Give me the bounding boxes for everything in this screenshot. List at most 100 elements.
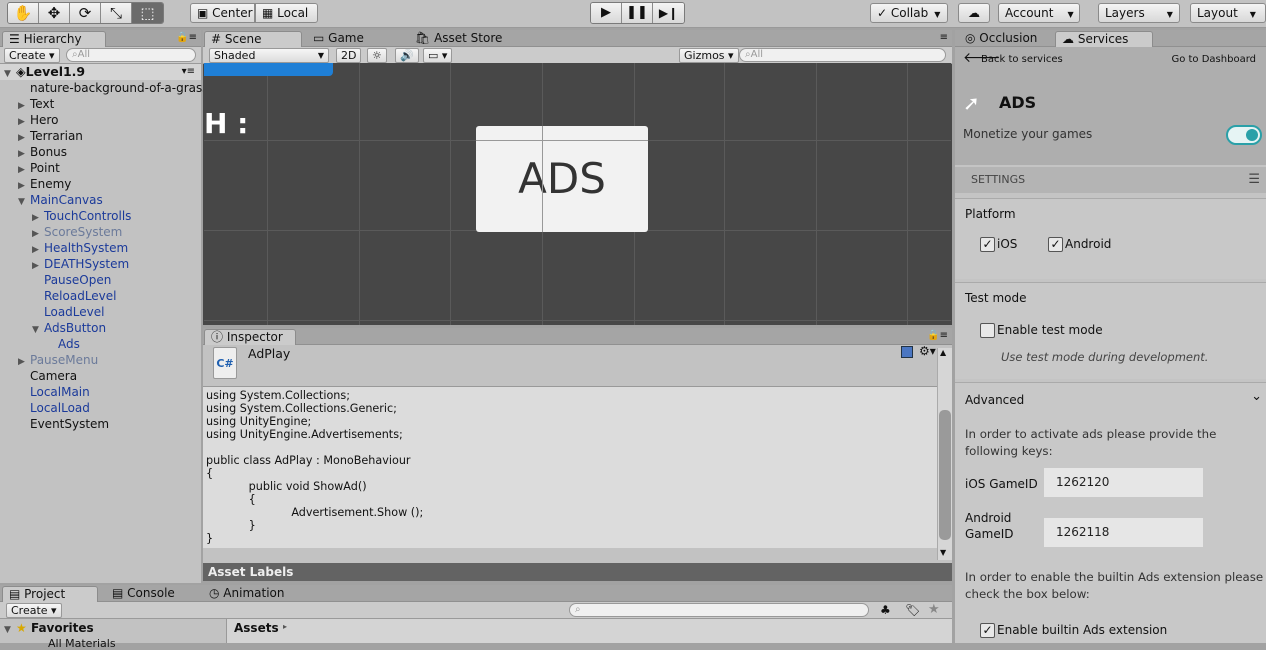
hierarchy-item[interactable]: ▶ TouchControlls [0,208,131,224]
hierarchy-item[interactable]: ▶ Bonus [0,144,67,160]
inspector-scrollbar[interactable]: ▲ ▼ [937,348,952,560]
project-search-input[interactable]: ⌕ [569,603,869,617]
scene-root[interactable]: ▼ ◈Level1.9 ▾≡ [0,64,201,80]
tab-services[interactable]: ☁ Services [1055,31,1153,47]
tab-occlusion[interactable]: ◎ Occlusion [959,31,1045,47]
go-to-dashboard-link[interactable]: Go to Dashboard [1171,54,1256,65]
mode-2d-toggle[interactable]: 2D [336,48,362,63]
asset-labels-bar[interactable]: Asset Labels [203,563,952,581]
scroll-down-icon[interactable]: ▼ [940,548,946,557]
filter-label-icon[interactable]: 🏷 [905,603,920,617]
transform-tools: ✋ ✥ ⟳ ⤡ ⬚ [7,2,164,24]
builtin-ads-checkbox[interactable]: ✓ Enable builtin Ads extension [980,623,1167,638]
ios-gameid-input[interactable]: 1262120 [1044,468,1203,497]
tab-scene[interactable]: # Scene [204,31,302,47]
lighting-icon[interactable]: ☼ [367,48,387,63]
scale-tool-icon[interactable]: ⤡ [101,3,132,23]
tab-hierarchy[interactable]: ☰ Hierarchy [2,31,106,47]
ios-check-icon[interactable]: ✓ [980,237,995,252]
hierarchy-item[interactable]: ▶ ScoreSystem [0,224,122,240]
hierarchy-item[interactable]: Camera [0,368,77,384]
rect-tool-icon[interactable]: ⬚ [132,3,163,23]
scroll-up-icon[interactable]: ▲ [940,348,946,357]
hierarchy-item[interactable]: Ads [0,336,80,352]
hierarchy-item[interactable]: ▼ MainCanvas [0,192,103,208]
hierarchy-item[interactable]: PauseOpen [0,272,111,288]
hierarchy-item-label: Ads [58,337,80,351]
layout-button[interactable]: Layout ▼ [1190,3,1266,23]
tab-occlusion-label: Occlusion [979,31,1038,45]
hierarchy-item[interactable]: ▶ Terrarian [0,128,83,144]
hierarchy-item[interactable]: ▶ Hero [0,112,58,128]
tab-game[interactable]: ▭ Game [307,31,372,47]
help-icon[interactable] [901,346,913,358]
settings-menu-icon[interactable]: ☰ [1248,167,1260,193]
scene-panel-menu-icon[interactable]: ≡ [940,32,948,43]
test-mode-check-box[interactable] [980,323,995,338]
all-materials-item[interactable]: All Materials [48,637,116,650]
tab-console[interactable]: ▤ Console [106,586,183,602]
android-check-icon[interactable]: ✓ [1048,237,1063,252]
scene-viewport[interactable]: H : ADS [204,63,951,325]
hierarchy-item[interactable]: LoadLevel [0,304,104,320]
step-icon[interactable]: ▶❙ [653,3,684,23]
builtin-ads-check-icon[interactable]: ✓ [980,623,995,638]
scene-search-placeholder: All [750,49,764,60]
advanced-chevron-icon[interactable]: ⌄ [1251,389,1262,404]
hierarchy-item[interactable]: ReloadLevel [0,288,117,304]
pause-icon[interactable]: ❚❚ [622,3,653,23]
move-tool-icon[interactable]: ✥ [39,3,70,23]
cloud-icon[interactable]: ☁ [958,3,990,23]
rotate-tool-icon[interactable]: ⟳ [70,3,101,23]
android-gameid-input[interactable]: 1262118 [1044,518,1203,547]
favorite-star-icon[interactable]: ★ [928,602,940,617]
tab-asset-store[interactable]: 🛍 Asset Store [409,31,510,47]
hierarchy-item[interactable]: ▶ Enemy [0,176,71,192]
favorites-expand-icon[interactable]: ▼ [4,625,16,635]
project-create-button[interactable]: Create ▾ [6,603,62,618]
hierarchy-item[interactable]: ▼ AdsButton [0,320,106,336]
gizmos-dropdown[interactable]: Gizmos ▾ [679,48,739,63]
play-icon[interactable]: ▶ [591,3,622,23]
back-to-services-link[interactable]: Back to services [981,54,1063,65]
pivot-local-button[interactable]: ▦ Local [255,3,318,23]
hierarchy-create-button[interactable]: Create ▾ [4,48,60,63]
hierarchy-item[interactable]: LocalLoad [0,400,90,416]
scene-menu-icon[interactable]: ▾≡ [182,64,195,80]
settings-gear-icon[interactable]: ⚙▾ [919,344,936,358]
ios-checkbox[interactable]: ✓ iOS [980,237,1017,252]
hierarchy-item[interactable]: ▶ Text [0,96,54,112]
hierarchy-item[interactable]: nature-background-of-a-grass [0,80,209,96]
pivot-center-button[interactable]: ▣ Center [190,3,255,23]
hierarchy-search-input[interactable]: ⌕All [66,48,196,62]
android-checkbox[interactable]: ✓ Android [1048,237,1111,252]
hierarchy-item[interactable]: ▶ PauseMenu [0,352,98,368]
lock-icon[interactable]: 🔒≡ [176,32,197,43]
hand-tool-icon[interactable]: ✋ [8,3,39,23]
hierarchy-item[interactable]: ▶ DEATHSystem [0,256,129,272]
tab-project[interactable]: ▤ Project [2,586,98,602]
advanced-heading[interactable]: Advanced [965,393,1024,407]
test-mode-checkbox[interactable]: Enable test mode [980,323,1103,338]
tab-animation[interactable]: ◷ Animation [203,586,292,602]
ads-button-preview[interactable]: ADS [476,126,648,232]
assets-label[interactable]: Assets [234,621,279,635]
android-gameid-label: Android GameID [965,511,1014,541]
account-button[interactable]: Account ▼ [998,3,1080,23]
hierarchy-item[interactable]: EventSystem [0,416,109,432]
hierarchy-item[interactable]: ▶ Point [0,160,60,176]
tab-inspector[interactable]: ⓘ Inspector [204,329,296,345]
scrollbar-thumb[interactable] [939,410,951,540]
hierarchy-item[interactable]: LocalMain [0,384,90,400]
shading-mode-dropdown[interactable]: Shaded ▼ [209,48,329,63]
hierarchy-item[interactable]: ▶ HealthSystem [0,240,128,256]
effects-icon[interactable]: ▭ ▾ [423,48,453,63]
scene-search-input[interactable]: ⌕All [739,48,946,62]
ads-enabled-toggle[interactable] [1226,125,1262,145]
inspector-lock-icon[interactable]: 🔒≡ [927,330,948,341]
filter-type-icon[interactable]: ♣ [880,603,891,617]
collab-button[interactable]: ✓ Collab ▼ [870,3,948,23]
layers-button[interactable]: Layers ▼ [1098,3,1180,23]
audio-icon[interactable]: 🔊 [395,48,419,63]
favorites-section[interactable]: ▼ ★ Favorites [4,621,94,635]
